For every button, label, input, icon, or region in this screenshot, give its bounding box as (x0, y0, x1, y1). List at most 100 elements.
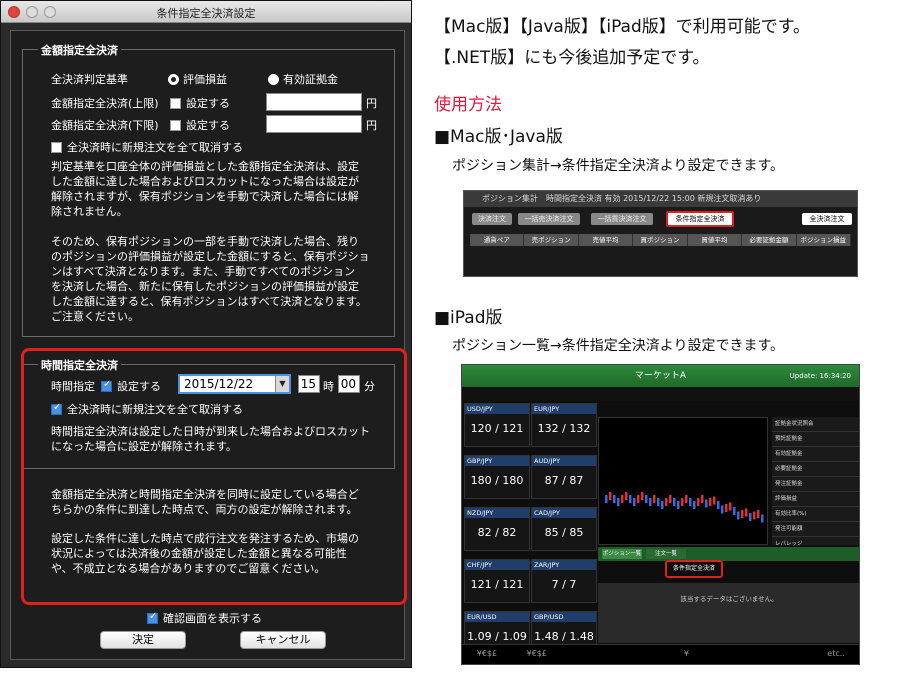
side-row: 評価損益 (772, 492, 859, 507)
quote-sep: / (491, 578, 503, 591)
amount-cancel-new-checkbox[interactable] (51, 141, 62, 153)
lower-amount-input[interactable] (266, 115, 362, 133)
quote-value: 132 / 132 (532, 422, 596, 435)
quote-bid: 180 (470, 474, 492, 487)
quote-sep: / (558, 526, 570, 539)
quote-tile: USD/JPY 120 / 121 (464, 403, 530, 447)
quote-pair: EUR/USD (465, 612, 529, 622)
quote-value: 180 / 180 (465, 474, 529, 487)
upper-amount-input[interactable] (266, 93, 362, 111)
ipad-shot-tab: ポジション一覧 (602, 549, 642, 559)
quote-ask: 121 (502, 578, 524, 591)
lower-label: 金額指定全決済(下限) (51, 119, 159, 132)
dialog-title: 条件指定全決済設定 (156, 7, 256, 20)
mac-shot-columns: 通貨ペア 売ポジション 売値平均 買ポジション 買値平均 必要証拠金額 ポジショ… (470, 234, 851, 246)
quote-sep: / (491, 630, 503, 643)
column-header: ポジション損益 (797, 234, 851, 246)
amount-group-legend: 金額指定全決済 (38, 42, 121, 58)
candle (629, 495, 632, 503)
candle (613, 495, 616, 503)
candle (609, 492, 612, 500)
candle (693, 501, 696, 509)
candle (641, 492, 644, 500)
candle (669, 495, 672, 503)
candle (745, 508, 748, 517)
candle (617, 498, 620, 506)
radio-margin[interactable]: 有効証拠金 (268, 71, 338, 87)
quote-pair: GBP/JPY (465, 456, 529, 466)
radio-eval-dot[interactable] (168, 73, 179, 85)
quote-ask: 82 (502, 526, 517, 539)
candle (705, 499, 708, 508)
text-line: した金額に達すると、保有ポジションはすべて決済となります。 (51, 295, 367, 308)
quote-value: 82 / 82 (465, 526, 529, 539)
candle (761, 514, 764, 523)
quote-sep: / (558, 474, 570, 487)
nav-item (711, 645, 761, 664)
ipad-shot-tabs: ポジション一覧 注文一覧 (598, 547, 859, 561)
text-line: した金額に達した場合およびロスカットになった場合は設定が (51, 175, 359, 188)
radio-margin-label: 有効証拠金 (283, 73, 338, 86)
candle (673, 498, 676, 506)
candle (701, 495, 704, 503)
candle (725, 504, 728, 512)
upper-checkbox[interactable] (170, 97, 181, 109)
mac-shot-button: 決済注文 (472, 213, 512, 225)
candle (741, 510, 744, 518)
quote-tile: CAD/JPY 85 / 85 (531, 507, 597, 551)
quote-pair: GBP/USD (532, 612, 596, 622)
ipad-shot-header: マーケットA Update: 16:34:20 (462, 365, 859, 387)
ipad-shot-ticker (462, 387, 859, 401)
candle (681, 498, 684, 506)
quote-ask: 1.48 (569, 630, 594, 643)
candle (721, 505, 724, 514)
side-row: 有効証拠金 (772, 447, 859, 462)
lower-unit: 円 (366, 119, 377, 132)
quote-sep: / (558, 630, 570, 643)
cancel-button[interactable]: キャンセル (240, 631, 326, 649)
availability-line-1: 【Mac版】【Java版】【iPad版】で利用可能です。 (434, 17, 811, 37)
amount-cancel-new-row[interactable]: 全決済時に新規注文を全て取消する (51, 139, 243, 155)
mac-shot-highlight-button: 条件指定全決済 (666, 211, 734, 227)
confirm-checkbox[interactable] (147, 611, 158, 624)
radio-eval[interactable]: 評価損益 (168, 71, 227, 87)
quote-pair: CAD/JPY (532, 508, 596, 518)
radio-margin-dot[interactable] (268, 73, 279, 85)
confirm-label: 確認画面を表示する (163, 612, 262, 625)
column-header: 必要証拠金額 (742, 234, 797, 246)
ipad-shot-empty: 該当するデータはございません。 (598, 583, 859, 643)
side-row: 発注証拠金 (772, 477, 859, 492)
candle (633, 498, 636, 506)
lower-checkbox[interactable] (170, 119, 181, 131)
column-header: 売値平均 (579, 234, 634, 246)
mac-shot-button: 一括買決済注文 (591, 213, 653, 225)
ok-button[interactable]: 決定 (100, 631, 186, 649)
quote-bid: 85 (544, 526, 559, 539)
column-header: 売ポジション (524, 234, 579, 246)
upper-unit: 円 (366, 97, 377, 110)
quote-pair: CHF/JPY (465, 560, 529, 570)
candle (605, 495, 608, 503)
quote-bid: 82 (477, 526, 492, 539)
lower-check-label: 設定する (186, 119, 230, 132)
quote-pair: AUD/JPY (532, 456, 596, 466)
quote-sep: / (558, 422, 570, 435)
candle (749, 513, 752, 521)
quote-sep: / (491, 422, 503, 435)
title-bar: 条件指定全決済設定 (1, 1, 411, 23)
quote-bid: 132 (537, 422, 559, 435)
ipad-shot-nav: ¥€$£ ¥€$£ ¥ etc.. (462, 644, 859, 664)
nav-item (612, 645, 662, 664)
candle (757, 510, 760, 518)
ipad-shot-highlight: 条件指定全決済 (665, 560, 723, 578)
quote-ask: 85 (569, 526, 584, 539)
quote-pair: USD/JPY (465, 404, 529, 414)
criteria-row: 全決済判定基準 (51, 71, 128, 87)
confirm-row[interactable]: 確認画面を表示する (147, 610, 262, 626)
candle (733, 507, 736, 515)
quote-sep: / (491, 474, 503, 487)
candle (713, 496, 716, 505)
text-line: 除されません。 (51, 205, 128, 218)
quote-ask: 132 (569, 422, 591, 435)
radio-eval-label: 評価損益 (183, 73, 227, 86)
